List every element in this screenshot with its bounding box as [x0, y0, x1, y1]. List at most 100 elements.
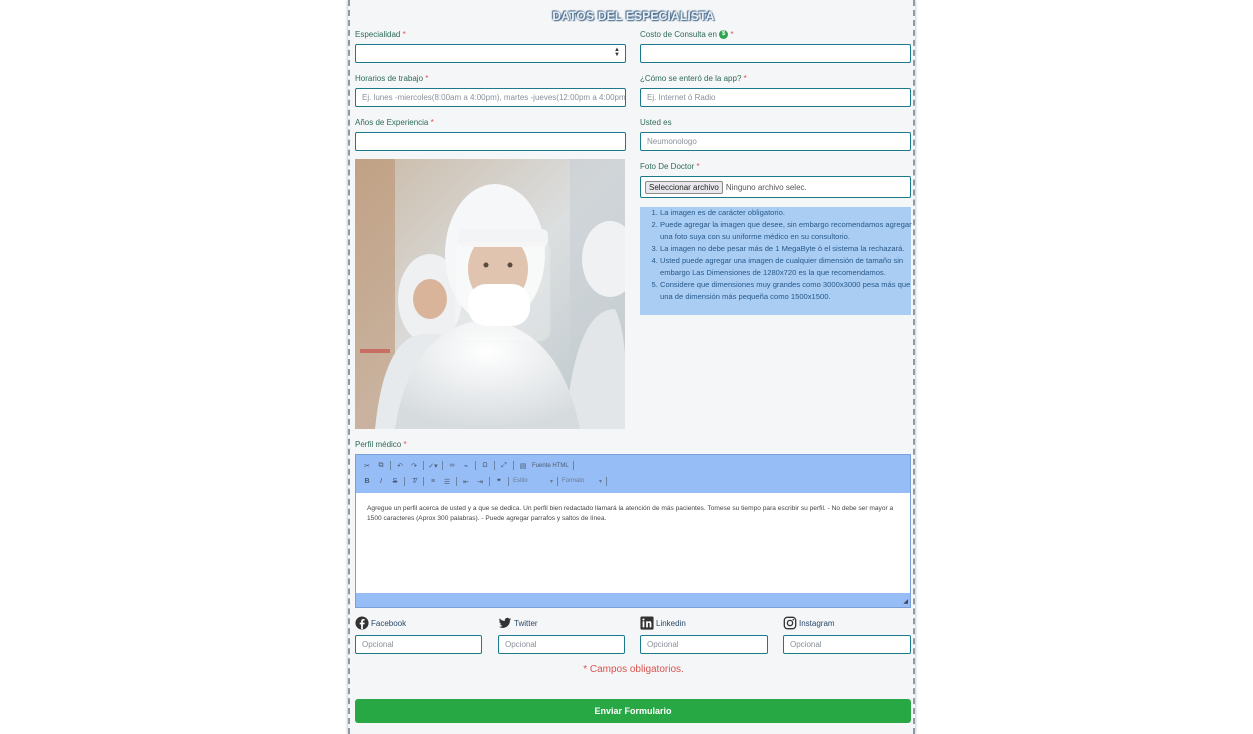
unlink-icon[interactable]: ⌁ — [461, 462, 471, 470]
photo-note: Usted puede agregar una imagen de cualqu… — [660, 255, 921, 279]
you-are-placeholder: Neumonologo — [647, 137, 697, 146]
cut-icon[interactable]: ✂ — [362, 462, 372, 470]
linkedin-input[interactable]: Opcional — [640, 635, 768, 654]
facebook-input[interactable]: Opcional — [355, 635, 482, 654]
bold-icon[interactable]: B — [362, 478, 372, 485]
spellcheck-icon[interactable]: ✓▾ — [428, 462, 438, 470]
dollar-icon: $ — [719, 30, 729, 40]
consult-cost-label: Costo de Consulta en $ * — [640, 30, 734, 40]
twitter-label-text: Twitter — [514, 618, 538, 628]
linkedin-icon — [640, 616, 654, 630]
editor-toolbar-row-2: B I S T̸ ≡ ☰ ⇤ ⇥ ❞ Estilo ▾ Formato ▾ — [362, 477, 607, 486]
schedule-label-text: Horarios de trabajo — [355, 74, 424, 83]
required-mark: * — [402, 30, 406, 39]
doctor-photo-image — [355, 159, 625, 429]
photo-notes-list: La imagen es de carácter obligatorio. Pu… — [650, 207, 921, 303]
format-dropdown-label: Formato — [562, 478, 585, 484]
twitter-placeholder: Opcional — [505, 640, 537, 649]
toolbar-separator — [390, 461, 391, 470]
required-fields-note: * Campos obligatorios. — [583, 664, 684, 675]
consult-cost-label-text: Costo de Consulta en — [640, 30, 717, 39]
found-app-placeholder: Ej. Internet ó Radio — [647, 93, 716, 102]
redo-icon[interactable]: ↷ — [409, 462, 419, 470]
photo-label-text: Foto De Doctor — [640, 162, 695, 171]
chevron-down-icon: ▾ — [549, 479, 553, 485]
source-button[interactable]: Fuente HTML — [532, 463, 569, 469]
submit-button[interactable]: Enviar Formulario — [355, 699, 911, 723]
consult-cost-input[interactable] — [640, 44, 911, 63]
link-icon[interactable]: ∞ — [447, 462, 457, 469]
photo-note: La imagen no debe pesar más de 1 MegaByt… — [660, 243, 921, 255]
doctor-photo-preview — [355, 159, 625, 429]
toolbar-separator — [508, 477, 509, 486]
linkedin-label: Linkedin — [640, 616, 686, 630]
found-app-input[interactable]: Ej. Internet ó Radio — [640, 88, 911, 107]
facebook-icon — [355, 616, 369, 630]
toolbar-separator — [423, 461, 424, 470]
style-dropdown-label: Estilo — [513, 478, 528, 484]
toolbar-separator — [404, 477, 405, 486]
profile-label: Perfil médico * — [355, 440, 407, 449]
toolbar-separator — [572, 461, 574, 470]
schedule-label: Horarios de trabajo * — [355, 74, 428, 83]
toolbar-separator — [489, 477, 490, 486]
instagram-icon — [783, 616, 797, 630]
toolbar-separator — [606, 477, 607, 486]
linkedin-placeholder: Opcional — [647, 640, 679, 649]
toolbar-separator — [557, 477, 558, 486]
style-dropdown[interactable]: Estilo ▾ — [513, 478, 553, 485]
indent-icon[interactable]: ⇥ — [475, 478, 485, 486]
instagram-placeholder: Opcional — [790, 640, 822, 649]
facebook-label: Facebook — [355, 616, 406, 630]
toolbar-separator — [423, 477, 424, 486]
bulleted-list-icon[interactable]: ☰ — [442, 478, 452, 486]
italic-icon[interactable]: I — [376, 478, 386, 485]
format-dropdown[interactable]: Formato ▾ — [562, 478, 602, 485]
numbered-list-icon[interactable]: ≡ — [428, 478, 438, 485]
copy-icon[interactable]: ⧉ — [376, 462, 386, 470]
required-mark: * — [696, 162, 700, 171]
schedule-input[interactable]: Ej. lunes -miercoles(8:00am a 4:00pm), m… — [355, 88, 626, 107]
required-mark: * — [403, 440, 407, 449]
facebook-label-text: Facebook — [371, 618, 407, 628]
photo-note: Puede agregar la imagen que desee, sin e… — [660, 219, 921, 243]
select-file-button[interactable]: Seleccionar archivo — [645, 180, 723, 194]
specialty-select[interactable]: ▲ ▼ — [355, 44, 626, 63]
special-char-icon[interactable]: Ω — [480, 462, 490, 469]
you-are-input[interactable]: Neumonologo — [640, 132, 911, 151]
profile-editor[interactable]: ✂ ⧉ ↶ ↷ ✓▾ ∞ ⌁ Ω ⤢ ▤ Fuente HTML B I S T… — [355, 454, 911, 608]
experience-input[interactable] — [355, 132, 626, 151]
remove-format-icon[interactable]: T̸ — [409, 478, 419, 485]
outdent-icon[interactable]: ⇤ — [461, 478, 471, 486]
found-app-label: ¿Cómo se enteró de la app? * — [640, 74, 747, 83]
strikethrough-icon[interactable]: S — [390, 478, 400, 485]
undo-icon[interactable]: ↶ — [395, 462, 405, 470]
section-title: DATOS DEL ESPECIALISTA — [552, 9, 715, 23]
experience-label: Años de Experiencia * — [355, 118, 434, 127]
toolbar-separator — [494, 461, 495, 470]
toolbar-separator — [475, 461, 476, 470]
you-are-label-text: Usted es — [640, 118, 672, 127]
profile-label-text: Perfil médico — [355, 440, 402, 449]
found-app-label-text: ¿Cómo se enteró de la app? — [640, 74, 742, 83]
twitter-input[interactable]: Opcional — [498, 635, 625, 654]
chevron-down-icon: ▾ — [598, 479, 602, 485]
maximize-icon[interactable]: ⤢ — [499, 462, 509, 470]
editor-content[interactable]: Agregue un perfil acerca de usted y a qu… — [367, 504, 897, 524]
photo-label: Foto De Doctor * — [640, 162, 700, 171]
resize-handle-icon[interactable]: ◢ — [903, 598, 908, 605]
photo-note: La imagen es de carácter obligatorio. — [660, 207, 921, 219]
photo-file-input[interactable]: Seleccionar archivo Ninguno archivo sele… — [640, 176, 911, 198]
instagram-input[interactable]: Opcional — [783, 635, 911, 654]
specialist-form: DATOS DEL ESPECIALISTA Especialidad * ▲ ▼… — [348, 0, 915, 734]
blockquote-icon[interactable]: ❞ — [494, 478, 504, 486]
toolbar-separator — [442, 461, 443, 470]
specialty-label: Especialidad * — [355, 30, 406, 39]
twitter-label: Twitter — [498, 616, 538, 630]
linkedin-label-text: Linkedin — [656, 618, 686, 628]
file-status: Ninguno archivo selec. — [725, 182, 807, 192]
required-mark: * — [743, 74, 747, 83]
you-are-label: Usted es — [640, 118, 672, 127]
schedule-placeholder: Ej. lunes -miercoles(8:00am a 4:00pm), m… — [362, 93, 626, 102]
required-mark: * — [730, 30, 734, 39]
